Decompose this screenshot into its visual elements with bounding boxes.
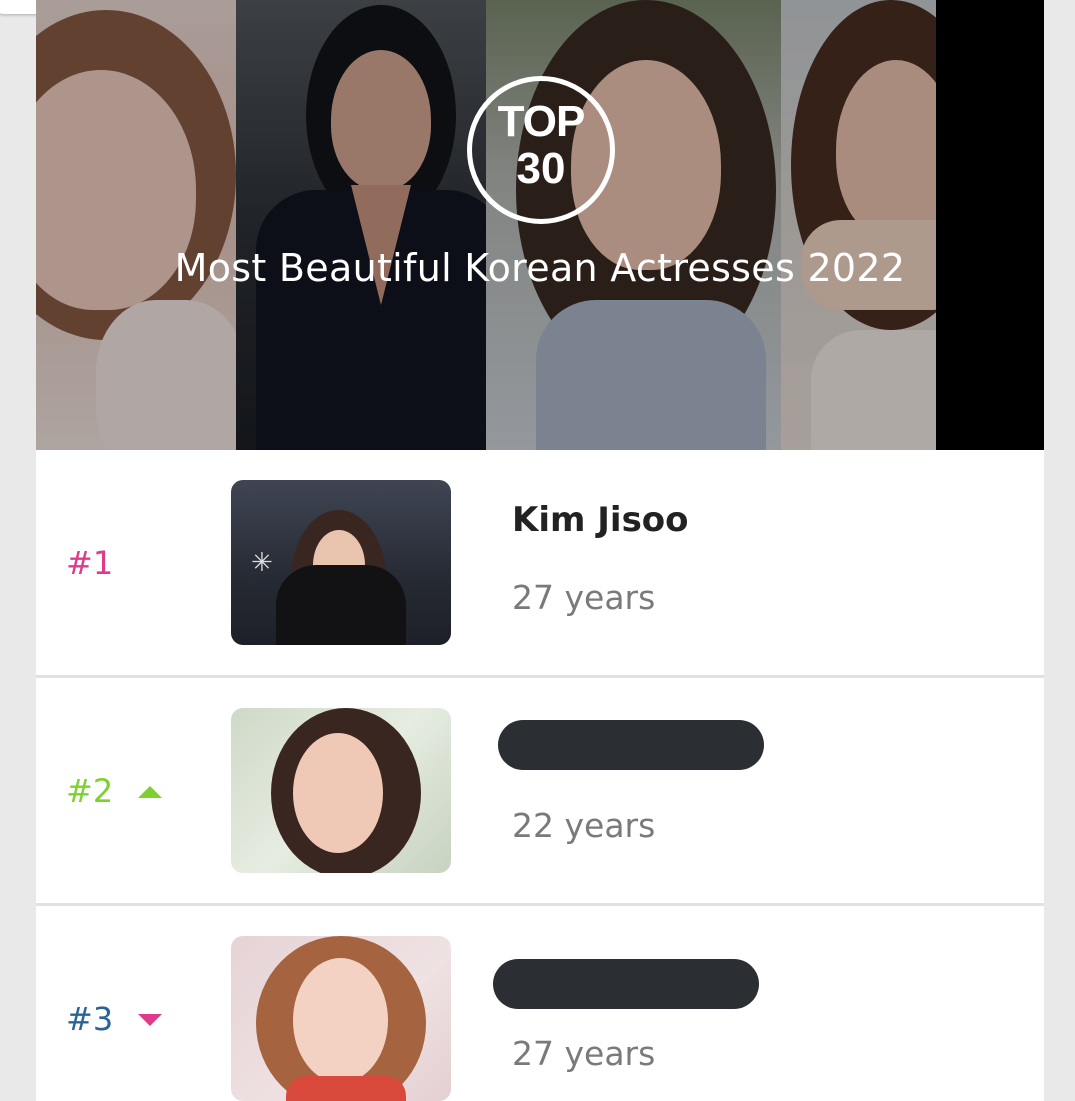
badge-number: 30 <box>516 144 566 193</box>
ranking-list: #1 ✳ Kim Jisoo 27 years #2 22 years #3 2… <box>36 450 1044 1101</box>
top-30-badge: TOP 30 <box>467 76 615 224</box>
hero-overlay <box>36 0 936 450</box>
hero-banner: TOP 30 Most Beautiful Korean Actresses 2… <box>36 0 1044 450</box>
actress-photo[interactable] <box>231 708 451 873</box>
actress-photo[interactable]: ✳ <box>231 480 451 645</box>
list-item-rank-1[interactable]: #1 ✳ Kim Jisoo 27 years <box>36 450 1044 678</box>
actress-name: Kim Jisoo <box>512 500 689 540</box>
rank-label: #3 <box>66 1000 114 1038</box>
list-item-rank-3[interactable]: #3 27 years <box>36 906 1044 1101</box>
actress-age: 27 years <box>512 578 656 617</box>
redacted-name <box>493 959 759 1009</box>
badge-top-text: TOP <box>497 97 586 146</box>
hero-title: Most Beautiful Korean Actresses 2022 <box>174 246 906 290</box>
actress-photo[interactable] <box>231 936 451 1101</box>
redacted-name <box>498 720 764 770</box>
list-item-rank-2[interactable]: #2 22 years <box>36 678 1044 906</box>
rank-label: #1 <box>66 544 114 582</box>
hero-edge-bar <box>936 0 1044 450</box>
ranking-page: TOP 30 Most Beautiful Korean Actresses 2… <box>36 0 1044 1101</box>
trend-up-icon <box>138 786 162 798</box>
trend-down-icon <box>138 1014 162 1026</box>
rank-label: #2 <box>66 772 114 810</box>
actress-age: 22 years <box>512 806 656 845</box>
actress-age: 27 years <box>512 1034 656 1073</box>
